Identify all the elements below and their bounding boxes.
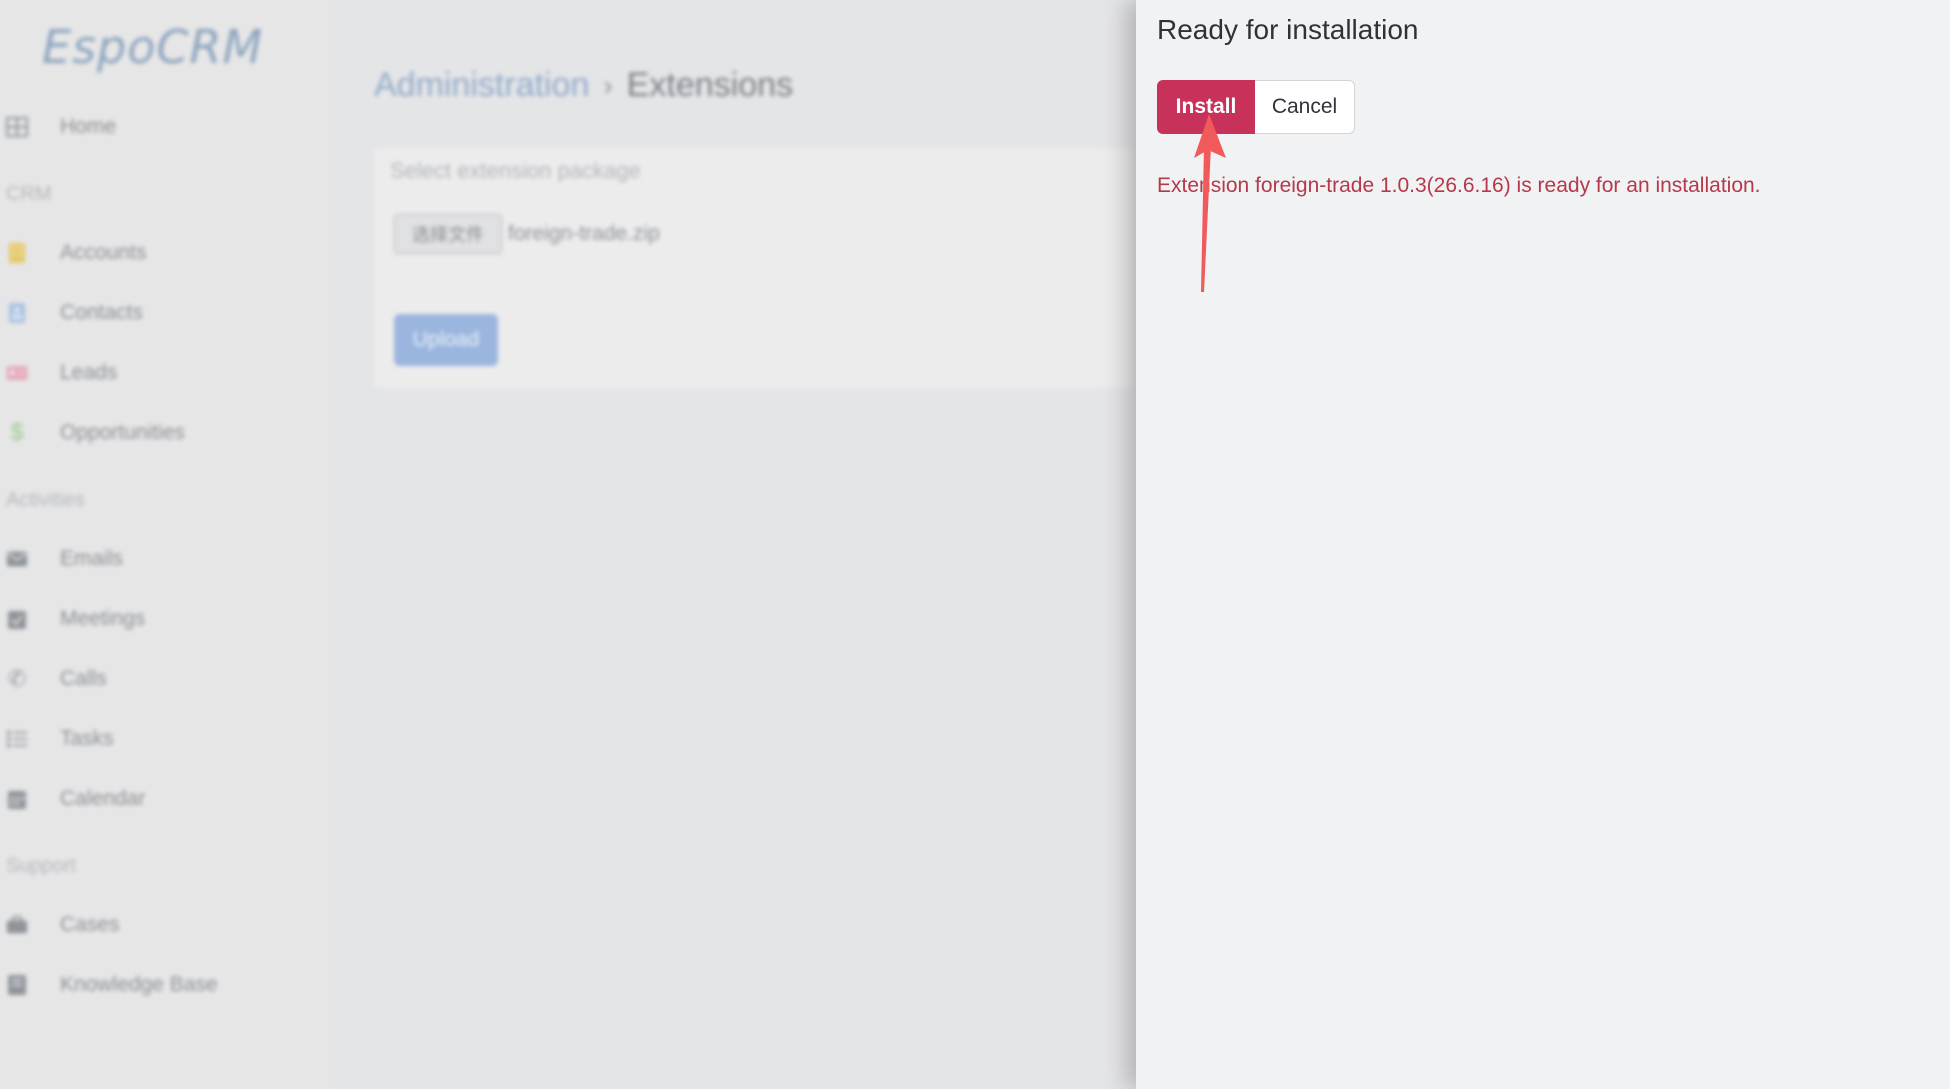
dollar-icon: $ bbox=[10, 419, 24, 446]
sidebar-item-label: Meetings bbox=[60, 607, 146, 630]
nav-group-activities: Activities bbox=[6, 489, 85, 511]
selected-file-name: foreign-trade.zip bbox=[508, 222, 660, 245]
breadcrumb: Administration › Extensions bbox=[374, 66, 793, 105]
nav-group-support: Support bbox=[6, 855, 77, 877]
calendar-check-icon bbox=[6, 609, 28, 629]
sidebar-item-label: Opportunities bbox=[60, 421, 185, 444]
sidebar-item-label: Contacts bbox=[60, 301, 143, 324]
espocrm-logo[interactable]: EspoCRM bbox=[42, 20, 282, 80]
nav-group-crm: CRM bbox=[6, 183, 52, 205]
envelope-icon bbox=[6, 549, 28, 569]
sidebar-item-tasks[interactable]: Tasks bbox=[0, 719, 330, 759]
cancel-button[interactable]: Cancel bbox=[1255, 80, 1355, 134]
contact-card-icon bbox=[6, 303, 28, 323]
building-icon bbox=[6, 243, 28, 263]
extension-upload-panel: Select extension package 选择文件 foreign-tr… bbox=[374, 148, 1134, 388]
sidebar-item-label: Home bbox=[60, 115, 117, 138]
install-button[interactable]: Install bbox=[1157, 80, 1255, 134]
sidebar-item-cases[interactable]: Cases bbox=[0, 905, 330, 945]
sidebar-item-contacts[interactable]: Contacts bbox=[0, 293, 330, 333]
ready-message: Extension foreign-trade 1.0.3(26.6.16) i… bbox=[1157, 174, 1761, 197]
sidebar-item-home[interactable]: Home bbox=[0, 107, 330, 147]
book-icon bbox=[6, 975, 28, 995]
breadcrumb-administration-link[interactable]: Administration bbox=[374, 66, 589, 105]
dialog-button-group: Install Cancel bbox=[1157, 80, 1355, 134]
sidebar-item-opportunities[interactable]: $ Opportunities bbox=[0, 413, 330, 453]
sidebar-item-label: Leads bbox=[60, 361, 118, 384]
sidebar-item-label: Accounts bbox=[60, 241, 147, 264]
install-dialog: Ready for installation Install Cancel Ex… bbox=[1136, 0, 1950, 1089]
phone-icon: ✆ bbox=[7, 666, 27, 691]
briefcase-icon bbox=[6, 915, 28, 935]
choose-file-button[interactable]: 选择文件 bbox=[394, 214, 502, 254]
task-list-icon bbox=[6, 729, 28, 749]
calendar-icon bbox=[6, 789, 28, 809]
sidebar-item-meetings[interactable]: Meetings bbox=[0, 599, 330, 639]
id-card-icon bbox=[6, 363, 28, 383]
sidebar-item-leads[interactable]: Leads bbox=[0, 353, 330, 393]
sidebar-item-accounts[interactable]: Accounts bbox=[0, 233, 330, 273]
sidebar-item-emails[interactable]: Emails bbox=[0, 539, 330, 579]
sidebar-item-label: Emails bbox=[60, 547, 124, 570]
dialog-title: Ready for installation bbox=[1157, 14, 1419, 45]
sidebar-item-calls[interactable]: ✆ Calls bbox=[0, 659, 330, 699]
sidebar-item-knowledge-base[interactable]: Knowledge Base bbox=[0, 965, 330, 1005]
panel-heading: Select extension package bbox=[390, 158, 641, 183]
sidebar-item-label: Calls bbox=[60, 667, 107, 690]
sidebar: EspoCRM Home CRM Accounts Contacts Leads bbox=[0, 0, 330, 1089]
chevron-right-icon: › bbox=[603, 69, 613, 101]
upload-button[interactable]: Upload bbox=[394, 314, 498, 366]
sidebar-item-label: Knowledge Base bbox=[60, 973, 218, 996]
page-title: Extensions bbox=[626, 66, 794, 104]
sidebar-item-label: Tasks bbox=[60, 727, 114, 750]
sidebar-item-label: Cases bbox=[60, 913, 120, 936]
grid-icon bbox=[6, 117, 28, 137]
sidebar-item-label: Calendar bbox=[60, 787, 146, 810]
sidebar-item-calendar[interactable]: Calendar bbox=[0, 779, 330, 819]
